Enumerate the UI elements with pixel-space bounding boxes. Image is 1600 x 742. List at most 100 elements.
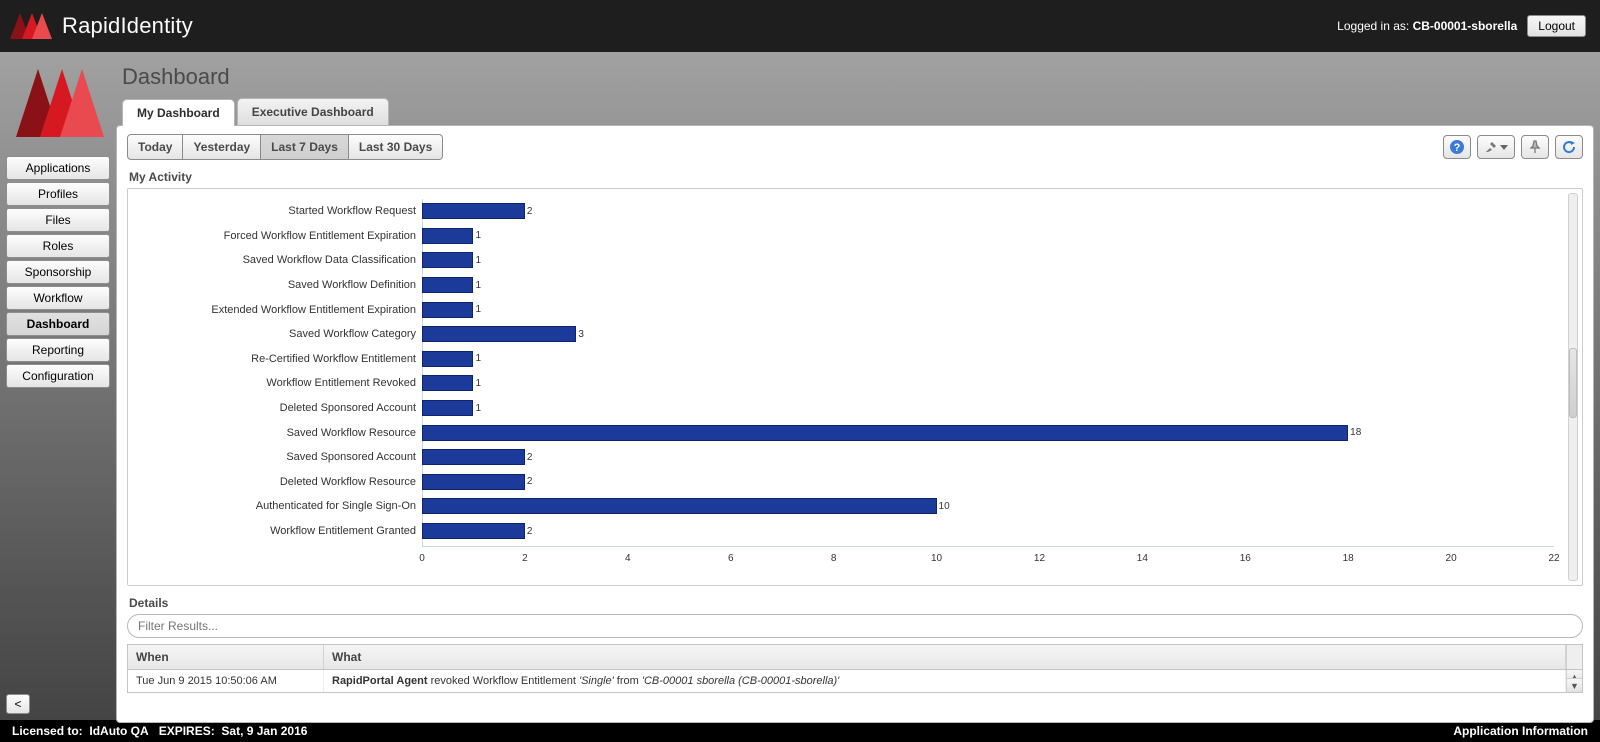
brand: RapidIdentity (8, 9, 193, 43)
chart-bar[interactable] (422, 326, 576, 342)
chart-bar[interactable] (422, 400, 473, 416)
chart-bar[interactable] (422, 351, 473, 367)
chart-x-tick: 22 (1548, 553, 1559, 564)
chart-bar-row: 2 (422, 199, 1554, 224)
chart-bar[interactable] (422, 252, 473, 268)
footer-licensed: Licensed to: IdAuto QA EXPIRES: Sat, 9 J… (12, 724, 307, 738)
page: Dashboard My DashboardExecutive Dashboar… (116, 58, 1594, 714)
column-header-when[interactable]: When (128, 645, 324, 669)
chart-x-tick: 4 (625, 553, 631, 564)
chart-bar-value: 2 (527, 526, 533, 537)
pin-icon (1528, 140, 1542, 154)
sidebar-collapse-button[interactable]: < (6, 694, 30, 714)
chart-bar-row: 1 (422, 396, 1554, 421)
footer-expires-label: EXPIRES: (159, 724, 215, 738)
top-bar: RapidIdentity Logged in as: CB-00001-sbo… (0, 0, 1600, 52)
settings-split-button[interactable] (1477, 135, 1515, 159)
grid-scrollbar[interactable]: ▲ ▼ (1566, 670, 1582, 692)
sidebar-item-profiles[interactable]: Profiles (6, 182, 110, 206)
chart-bar[interactable] (422, 277, 473, 293)
scroll-down-icon[interactable]: ▼ (1567, 678, 1582, 692)
chart-bar-row: 1 (422, 371, 1554, 396)
sidebar-item-reporting[interactable]: Reporting (6, 338, 110, 362)
chart-bar[interactable] (422, 498, 937, 514)
chart-category-label: Deleted Sponsored Account (132, 396, 422, 421)
sidebar-item-roles[interactable]: Roles (6, 234, 110, 258)
brand-title: RapidIdentity (62, 13, 193, 39)
sidebar-item-applications[interactable]: Applications (6, 156, 110, 180)
dashboard-panel: TodayYesterdayLast 7 DaysLast 30 Days ? … (116, 125, 1594, 723)
chart-category-label: Workflow Entitlement Granted (132, 519, 422, 544)
help-button[interactable]: ? (1443, 135, 1471, 159)
logged-in-as: Logged in as: CB-00001-sborella (1337, 19, 1517, 33)
chart-category-label: Saved Workflow Data Classification (132, 248, 422, 273)
sidebar-item-configuration[interactable]: Configuration (6, 364, 110, 388)
footer-app-info[interactable]: Application Information (1453, 724, 1588, 738)
chart-category-label: Extended Workflow Entitlement Expiration (132, 297, 422, 322)
chart-bar[interactable] (422, 228, 473, 244)
cell-what-text2: from (614, 675, 642, 687)
chart-bar[interactable] (422, 425, 1348, 441)
chart-bar-value: 1 (475, 280, 481, 291)
chart-scrollbar[interactable] (1568, 193, 1578, 581)
grid-scroll-gutter-head (1566, 645, 1582, 669)
chart-bar-row: 10 (422, 494, 1554, 519)
filter-input[interactable] (127, 614, 1583, 638)
help-icon: ? (1449, 139, 1465, 155)
range-today[interactable]: Today (127, 134, 183, 160)
sidebar-item-workflow[interactable]: Workflow (6, 286, 110, 310)
chart-bar-row: 1 (422, 248, 1554, 273)
chart-bar-row: 1 (422, 273, 1554, 298)
range-last-30-days[interactable]: Last 30 Days (349, 134, 443, 160)
chart-category-label: Saved Workflow Resource (132, 420, 422, 445)
range-last-7-days[interactable]: Last 7 Days (261, 134, 349, 160)
chart-x-tick: 18 (1343, 553, 1354, 564)
tab-executive-dashboard[interactable]: Executive Dashboard (237, 98, 389, 125)
table-row[interactable]: Tue Jun 9 2015 10:50:06 AM RapidPortal A… (128, 670, 1566, 692)
logged-in-user: CB-00001-sborella (1413, 19, 1518, 33)
chart-bar-value: 2 (527, 452, 533, 463)
chart-bar-row: 1 (422, 297, 1554, 322)
details-section-title: Details (129, 596, 1583, 610)
chart-category-label: Forced Workflow Entitlement Expiration (132, 224, 422, 249)
sidebar: ApplicationsProfilesFilesRolesSponsorshi… (4, 52, 112, 394)
chart-bar-row: 18 (422, 420, 1554, 445)
chart-bar-row: 2 (422, 470, 1554, 495)
toolbar: TodayYesterdayLast 7 DaysLast 30 Days ? (127, 134, 1583, 160)
range-yesterday[interactable]: Yesterday (183, 134, 261, 160)
chart-bar[interactable] (422, 449, 525, 465)
chart-bar-row: 2 (422, 519, 1554, 544)
range-segmented: TodayYesterdayLast 7 DaysLast 30 Days (127, 134, 443, 160)
chart-bar[interactable] (422, 203, 525, 219)
brand-logo-icon (8, 9, 52, 43)
sidebar-item-sponsorship[interactable]: Sponsorship (6, 260, 110, 284)
sidebar-item-files[interactable]: Files (6, 208, 110, 232)
chart-category-label: Saved Workflow Category (132, 322, 422, 347)
footer-licensed-label: Licensed to: (12, 724, 83, 738)
chart-bar-value: 1 (475, 353, 481, 364)
chart-x-tick: 2 (522, 553, 528, 564)
sidebar-logo-icon (4, 52, 112, 152)
cell-what: RapidPortal Agent revoked Workflow Entit… (324, 670, 1566, 692)
content-frame: ApplicationsProfilesFilesRolesSponsorshi… (0, 52, 1600, 720)
chart-bar[interactable] (422, 302, 473, 318)
refresh-button[interactable] (1555, 135, 1583, 159)
chart-bar-value: 2 (527, 206, 533, 217)
chart-bar-value: 1 (475, 255, 481, 266)
sidebar-item-dashboard[interactable]: Dashboard (6, 312, 110, 336)
chart-scrollbar-thumb[interactable] (1569, 348, 1577, 418)
chart-bar-value: 1 (475, 403, 481, 414)
footer-licensed-value: IdAuto QA (89, 724, 148, 738)
column-header-what[interactable]: What (324, 645, 1566, 669)
logout-button[interactable]: Logout (1527, 15, 1586, 37)
tab-my-dashboard[interactable]: My Dashboard (122, 99, 235, 126)
pin-button[interactable] (1521, 135, 1549, 159)
chart-bar[interactable] (422, 523, 525, 539)
chart-bar-value: 2 (527, 476, 533, 487)
chart-x-tick: 14 (1137, 553, 1148, 564)
chart-bar[interactable] (422, 375, 473, 391)
page-title: Dashboard (122, 64, 1594, 90)
chart-bar[interactable] (422, 474, 525, 490)
chart-category-label: Authenticated for Single Sign-On (132, 494, 422, 519)
refresh-icon (1562, 140, 1576, 154)
